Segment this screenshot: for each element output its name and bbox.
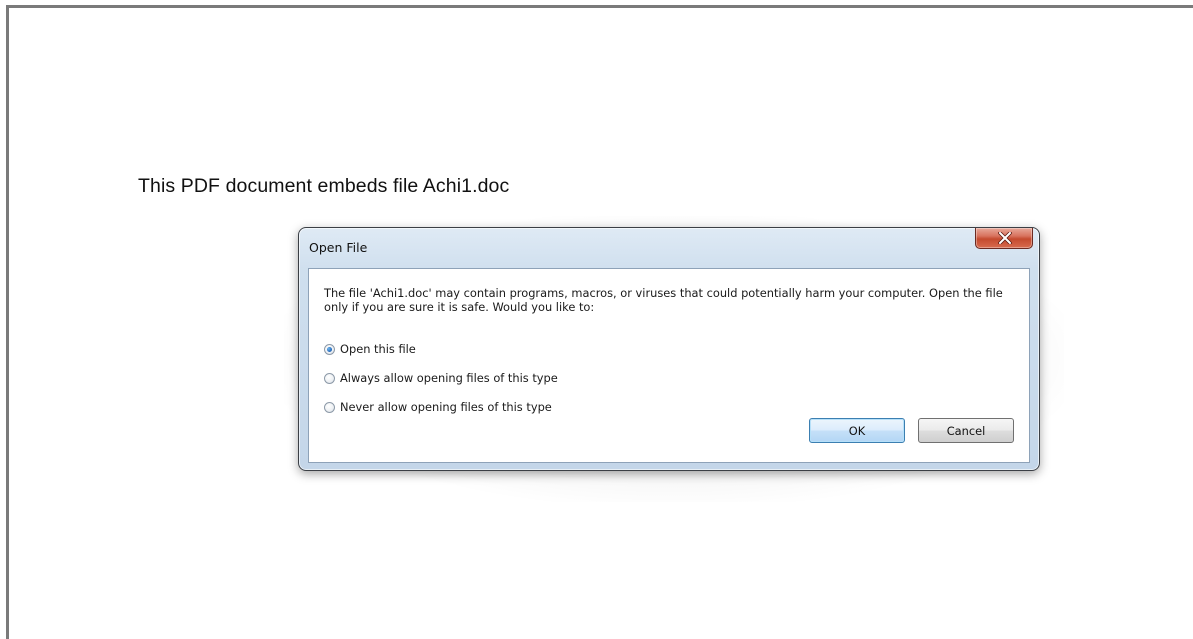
option-always-allow[interactable]: Always allow opening files of this type [324, 370, 558, 386]
close-icon [998, 232, 1012, 244]
cancel-button[interactable]: Cancel [918, 418, 1014, 443]
option-label: Open this file [340, 342, 416, 356]
dialog-title: Open File [309, 240, 368, 255]
option-open-this-file[interactable]: Open this file [324, 341, 416, 357]
radio-never-allow[interactable] [324, 401, 335, 413]
option-label: Always allow opening files of this type [340, 371, 558, 385]
dialog-message: The file 'Achi1.doc' may contain program… [324, 286, 1003, 314]
close-button[interactable] [975, 228, 1033, 249]
radio-open-this-file[interactable] [324, 343, 335, 355]
open-file-dialog: Open File The file 'Achi1.doc' may conta… [298, 227, 1040, 471]
radio-always-allow[interactable] [324, 372, 335, 384]
document-text: This PDF document embeds file Achi1.doc [138, 175, 510, 197]
option-never-allow[interactable]: Never allow opening files of this type [324, 399, 552, 415]
option-label: Never allow opening files of this type [340, 400, 552, 414]
dialog-content: The file 'Achi1.doc' may contain program… [308, 268, 1030, 463]
ok-button[interactable]: OK [809, 418, 905, 443]
